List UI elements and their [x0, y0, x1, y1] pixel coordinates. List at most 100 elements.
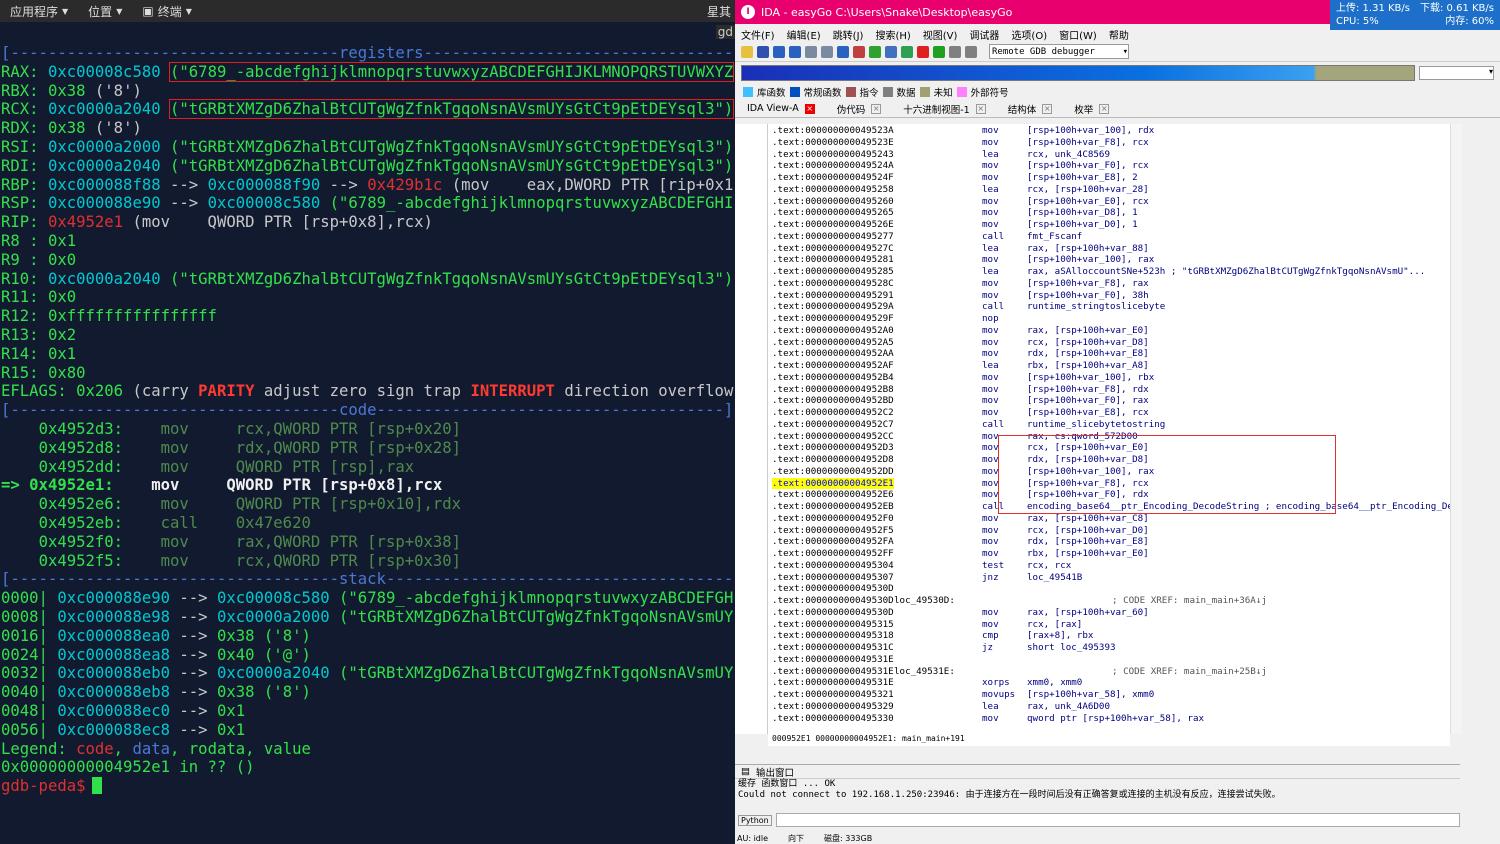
- section-separator: [-----------------------------------code…: [1, 401, 733, 420]
- terminate-icon[interactable]: [965, 45, 977, 58]
- debugger-select[interactable]: Remote GDB debugger ▾: [989, 44, 1129, 59]
- close-icon[interactable]: ×: [975, 103, 986, 114]
- save-icon[interactable]: [757, 45, 769, 58]
- pause-icon[interactable]: [949, 45, 961, 58]
- horizontal-scrollbar[interactable]: [768, 746, 1450, 758]
- navigation-band-select[interactable]: ▾: [1419, 66, 1494, 80]
- stack-value: 0xc00008c580: [216, 589, 330, 608]
- register-name: RDI:: [1, 156, 48, 175]
- disasm-line[interactable]: .text:00000000004952F5 mov rcx, [rsp+100h+…: [772, 525, 1450, 537]
- disasm-line[interactable]: .text:000000000049531E xorps xmm0, xmm0: [772, 677, 1450, 689]
- tab-3[interactable]: 结构体 ×: [1002, 101, 1059, 117]
- open-icon[interactable]: [741, 45, 753, 58]
- disasm-line[interactable]: .text:000000000049527C lea rax, [rsp+100h+…: [772, 243, 1450, 255]
- disasm-line[interactable]: .text:00000000004952FF mov rbx, [rsp+100h+…: [772, 548, 1450, 560]
- search-icon[interactable]: [805, 45, 817, 58]
- disasm-line[interactable]: .text:000000000049531C jz short loc_495393: [772, 642, 1450, 654]
- tab-2[interactable]: 十六进制视图-1 ×: [897, 101, 991, 117]
- register-string: (mov QWORD PTR [rsp+0x8],rcx): [132, 213, 433, 232]
- menu-item[interactable]: 选项(O): [1011, 27, 1047, 42]
- register-name: RBP:: [1, 175, 48, 194]
- disasm-line[interactable]: .text:0000000000495291 mov [rsp+100h+var_F…: [772, 290, 1450, 302]
- disasm-line[interactable]: .text:000000000049526E mov [rsp+100h+var_D…: [772, 219, 1450, 231]
- start-debug-icon[interactable]: [933, 45, 945, 58]
- disasm-line[interactable]: .text:0000000000495260 mov [rsp+100h+var_E…: [772, 196, 1450, 208]
- disasm-line[interactable]: .text:000000000049531E: [772, 654, 1450, 666]
- disasm-line[interactable]: .text:0000000000495281 mov [rsp+100h+var_1…: [772, 254, 1450, 266]
- close-icon[interactable]: ×: [804, 103, 815, 114]
- close-icon[interactable]: [917, 45, 929, 58]
- disasm-address: .text:000000000049531E: [772, 653, 894, 665]
- add-icon[interactable]: [901, 45, 913, 58]
- disasm-line[interactable]: .text:0000000000495258 lea rcx, [rsp+100h+…: [772, 184, 1450, 196]
- close-icon[interactable]: ×: [871, 103, 882, 114]
- menu-item[interactable]: 调试器: [969, 27, 999, 42]
- menu-item[interactable]: 跳转(J): [833, 27, 864, 42]
- disasm-line[interactable]: .text:000000000049528C mov [rsp+100h+var_F…: [772, 278, 1450, 290]
- python-input[interactable]: [775, 813, 1460, 827]
- menu-item[interactable]: 搜索(H): [875, 27, 910, 42]
- disasm-line[interactable]: .text:00000000004952FA mov rdx, [rsp+100h+…: [772, 536, 1450, 548]
- disasm-line[interactable]: .text:00000000004952C7 call runtime_sliceb…: [772, 419, 1450, 431]
- disasm-line[interactable]: .text:0000000000495304 test rcx, rcx: [772, 560, 1450, 572]
- stop-icon[interactable]: [853, 45, 865, 58]
- code-mnemonic: mov: [160, 457, 236, 476]
- disasm-line[interactable]: .text:000000000049531E loc_49531E: ; CODE …: [772, 666, 1450, 678]
- marker-space: [1, 439, 20, 457]
- tab-0[interactable]: IDA View-A ×: [741, 101, 821, 117]
- disasm-line[interactable]: .text:0000000000495315 mov rcx, [rax]: [772, 619, 1450, 631]
- disasm-line[interactable]: .text:0000000000495265 mov [rsp+100h+var_D…: [772, 207, 1450, 219]
- disasm-line[interactable]: .text:0000000000495285 lea rax, aSAlloccou…: [772, 266, 1450, 278]
- disasm-line[interactable]: .text:0000000000495277 call fmt_Fscanf: [772, 231, 1450, 243]
- disasm-line[interactable]: .text:00000000004952A5 mov rcx, [rsp+100h+…: [772, 337, 1450, 349]
- python-label[interactable]: Python: [738, 814, 772, 826]
- back-icon[interactable]: [773, 45, 785, 58]
- close-icon[interactable]: ×: [1042, 103, 1053, 114]
- vertical-scrollbar[interactable]: [1450, 124, 1462, 734]
- disasm-line[interactable]: .text:000000000049530D: [772, 583, 1450, 595]
- run-icon[interactable]: [869, 45, 881, 58]
- tab-4[interactable]: 枚举 ×: [1068, 101, 1115, 117]
- disasm-line[interactable]: .text:0000000000495318 cmp [rax+8], rbx: [772, 630, 1450, 642]
- menu-item[interactable]: 编辑(E): [787, 27, 821, 42]
- disasm-line[interactable]: .text:00000000004952AA mov rdx, [rsp+100h+…: [772, 348, 1450, 360]
- jump-icon[interactable]: [837, 45, 849, 58]
- disasm-line[interactable]: .text:0000000000495243 lea rcx, unk_4C8569: [772, 149, 1450, 161]
- disasm-line[interactable]: .text:000000000049530D loc_49530D: ; CODE …: [772, 595, 1450, 607]
- disasm-line[interactable]: .text:00000000004952A0 mov rax, [rsp+100h+…: [772, 325, 1450, 337]
- disasm-line[interactable]: .text:00000000004952BD mov [rsp+100h+var_F…: [772, 395, 1450, 407]
- disasm-line[interactable]: .text:00000000004952B8 mov [rsp+100h+var_F…: [772, 384, 1450, 396]
- applications-menu[interactable]: 应用程序 ▼: [0, 3, 78, 20]
- disasm-line[interactable]: .text:000000000049524F mov [rsp+100h+var_E…: [772, 172, 1450, 184]
- disasm-line[interactable]: .text:0000000000495321 movups [rsp+100h+va…: [772, 689, 1450, 701]
- binary-search-icon[interactable]: [821, 45, 833, 58]
- disasm-line[interactable]: .text:000000000049523E mov [rsp+100h+var_F…: [772, 137, 1450, 149]
- menu-item[interactable]: 窗口(W): [1059, 27, 1097, 42]
- disasm-operands: [rsp+100h+var_100], rdx: [1027, 125, 1155, 136]
- tab-1[interactable]: 伪代码 ×: [831, 101, 888, 117]
- disasm-line[interactable]: .text:00000000004952C2 mov [rsp+100h+var_E…: [772, 407, 1450, 419]
- disasm-line[interactable]: .text:00000000004952AF lea rbx, [rsp+100h+…: [772, 360, 1450, 372]
- terminal-menu[interactable]: ▣ 终端 ▼: [132, 3, 202, 20]
- menu-item[interactable]: 文件(F): [741, 27, 775, 42]
- disasm-line[interactable]: .text:00000000004952F0 mov rax, [rsp+100h+…: [772, 513, 1450, 525]
- menu-item[interactable]: 视图(V): [923, 27, 958, 42]
- disasm-line[interactable]: .text:0000000000495330 mov qword ptr [rsp+…: [772, 713, 1450, 725]
- graph-icon[interactable]: [885, 45, 897, 58]
- disasm-line[interactable]: .text:000000000049524A mov [rsp+100h+var_F…: [772, 160, 1450, 172]
- disasm-line[interactable]: .text:000000000049529A call runtime_string…: [772, 301, 1450, 313]
- disasm-line[interactable]: .text:0000000000495329 lea rax, unk_4A6D00: [772, 701, 1450, 713]
- disasm-mnemonic: mov: [982, 477, 999, 489]
- disasm-line[interactable]: .text:00000000004952B4 mov [rsp+100h+var_1…: [772, 372, 1450, 384]
- places-menu[interactable]: 位置 ▼: [78, 3, 132, 20]
- close-icon[interactable]: ×: [1099, 103, 1110, 114]
- menu-item[interactable]: 帮助: [1109, 27, 1129, 42]
- disasm-line[interactable]: .text:000000000049530D mov rax, [rsp+100h+…: [772, 607, 1450, 619]
- gdb-terminal[interactable]: gd [-----------------------------------r…: [0, 22, 735, 844]
- disasm-line[interactable]: .text:000000000049529F nop: [772, 313, 1450, 325]
- forward-icon[interactable]: [789, 45, 801, 58]
- disasm-line[interactable]: .text:0000000000495307 jnz loc_49541B: [772, 572, 1450, 584]
- disassembly-view[interactable]: .text:000000000049523A mov [rsp+100h+var_1…: [768, 124, 1450, 734]
- disasm-line[interactable]: .text:000000000049523A mov [rsp+100h+var_1…: [772, 125, 1450, 137]
- navigation-band-bar[interactable]: [741, 65, 1415, 81]
